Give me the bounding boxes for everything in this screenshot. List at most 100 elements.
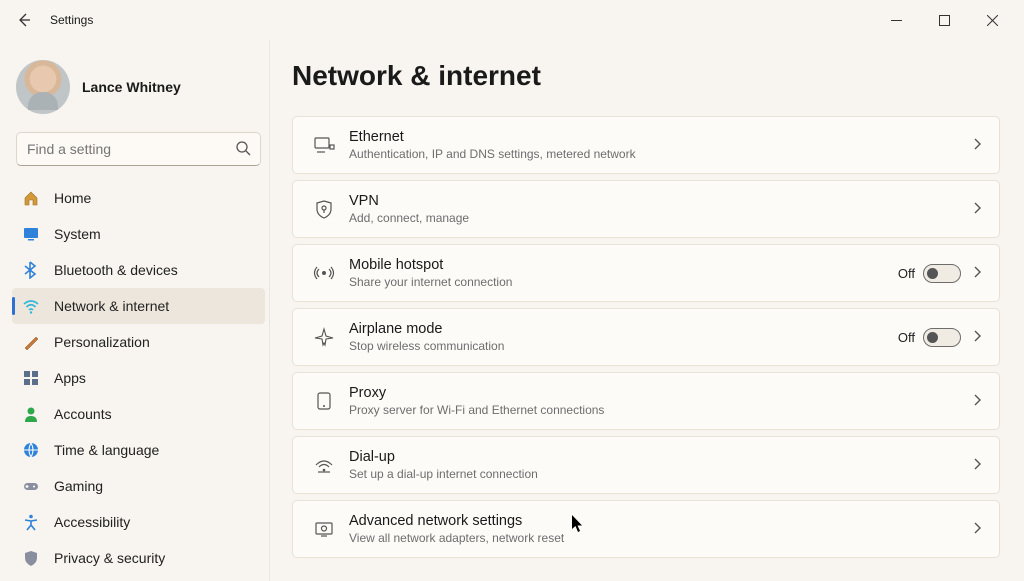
sidebar-item-time[interactable]: Time & language [12,432,265,468]
home-icon [22,189,40,207]
wifi-icon [22,297,40,315]
sidebar: Lance Whitney Home System Bluetooth & devi… [0,40,270,581]
minimize-button[interactable] [884,8,908,32]
sidebar-item-network[interactable]: Network & internet [12,288,265,324]
sidebar-item-system[interactable]: System [12,216,265,252]
minimize-icon [891,15,902,26]
toggle-hotspot[interactable] [923,264,961,283]
sidebar-item-label: Personalization [54,334,150,350]
card-dialup[interactable]: Dial-up Set up a dial-up internet connec… [292,436,1000,494]
ethernet-icon [307,134,341,156]
sidebar-item-label: Accounts [54,406,112,422]
card-body: Mobile hotspot Share your internet conne… [349,257,898,289]
chevron-right-icon [971,265,983,281]
card-advanced[interactable]: Advanced network settings View all netwo… [292,500,1000,558]
page-title: Network & internet [292,60,1000,92]
dialup-icon [307,454,341,476]
toggle-area-hotspot: Off [898,264,961,283]
card-title: Ethernet [349,129,971,145]
advanced-icon [307,518,341,540]
toggle-airplane[interactable] [923,328,961,347]
card-body: Advanced network settings View all netwo… [349,513,971,545]
card-subtitle: Stop wireless communication [349,339,898,353]
card-body: Ethernet Authentication, IP and DNS sett… [349,129,971,161]
card-proxy[interactable]: Proxy Proxy server for Wi-Fi and Etherne… [292,372,1000,430]
back-button[interactable] [8,4,40,36]
cards-container: Ethernet Authentication, IP and DNS sett… [292,116,1000,558]
arrow-left-icon [16,12,32,28]
titlebar: Settings [0,0,1024,40]
card-title: Dial-up [349,449,971,465]
search-icon [235,140,251,159]
avatar [16,60,70,114]
card-airplane[interactable]: Airplane mode Stop wireless communicatio… [292,308,1000,366]
chevron-right-icon [971,201,983,217]
sidebar-item-label: Home [54,190,91,206]
person-icon [22,405,40,423]
card-title: Advanced network settings [349,513,971,529]
card-hotspot[interactable]: Mobile hotspot Share your internet conne… [292,244,1000,302]
proxy-icon [307,390,341,412]
brush-icon [22,333,40,351]
card-body: Dial-up Set up a dial-up internet connec… [349,449,971,481]
chevron-right-icon [971,457,983,473]
username: Lance Whitney [82,79,181,95]
sidebar-item-apps[interactable]: Apps [12,360,265,396]
close-button[interactable] [980,8,1004,32]
card-vpn[interactable]: VPN Add, connect, manage [292,180,1000,238]
shield-icon [22,549,40,567]
chevron-right-icon [971,329,983,345]
apps-icon [22,369,40,387]
window-controls [884,8,1016,32]
card-subtitle: View all network adapters, network reset [349,531,971,545]
toggle-area-airplane: Off [898,328,961,347]
maximize-button[interactable] [932,8,956,32]
chevron-right-icon [971,137,983,153]
card-subtitle: Set up a dial-up internet connection [349,467,971,481]
maximize-icon [939,15,950,26]
toggle-label: Off [898,266,915,281]
sidebar-item-bluetooth[interactable]: Bluetooth & devices [12,252,265,288]
card-body: VPN Add, connect, manage [349,193,971,225]
sidebar-item-label: Bluetooth & devices [54,262,178,278]
sidebar-item-label: Gaming [54,478,103,494]
search-box [16,132,261,166]
sidebar-item-label: System [54,226,101,242]
card-subtitle: Authentication, IP and DNS settings, met… [349,147,971,161]
card-ethernet[interactable]: Ethernet Authentication, IP and DNS sett… [292,116,1000,174]
sidebar-item-accessibility[interactable]: Accessibility [12,504,265,540]
chevron-right-icon [971,521,983,537]
card-subtitle: Add, connect, manage [349,211,971,225]
toggle-label: Off [898,330,915,345]
system-icon [22,225,40,243]
sidebar-item-personalization[interactable]: Personalization [12,324,265,360]
nav: Home System Bluetooth & devices Network & i… [12,180,265,576]
card-title: VPN [349,193,971,209]
app-title: Settings [50,13,93,27]
vpn-icon [307,198,341,220]
hotspot-icon [307,262,341,284]
card-title: Proxy [349,385,971,401]
sidebar-item-privacy[interactable]: Privacy & security [12,540,265,576]
sidebar-item-label: Apps [54,370,86,386]
bluetooth-icon [22,261,40,279]
profile-section[interactable]: Lance Whitney [12,48,265,132]
main-content: Network & internet Ethernet Authenticati… [270,40,1024,581]
chevron-right-icon [971,393,983,409]
card-title: Airplane mode [349,321,898,337]
close-icon [987,15,998,26]
sidebar-item-label: Privacy & security [54,550,165,566]
sidebar-item-label: Accessibility [54,514,130,530]
airplane-icon [307,326,341,348]
search-input[interactable] [16,132,261,166]
card-body: Airplane mode Stop wireless communicatio… [349,321,898,353]
sidebar-item-accounts[interactable]: Accounts [12,396,265,432]
card-body: Proxy Proxy server for Wi-Fi and Etherne… [349,385,971,417]
card-subtitle: Proxy server for Wi-Fi and Ethernet conn… [349,403,971,417]
sidebar-item-home[interactable]: Home [12,180,265,216]
sidebar-item-label: Network & internet [54,298,169,314]
sidebar-item-gaming[interactable]: Gaming [12,468,265,504]
sidebar-item-label: Time & language [54,442,159,458]
gamepad-icon [22,477,40,495]
accessibility-icon [22,513,40,531]
